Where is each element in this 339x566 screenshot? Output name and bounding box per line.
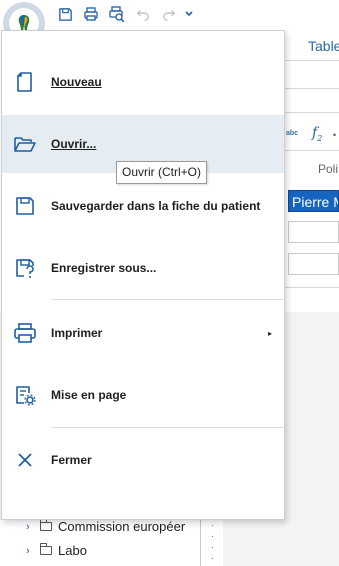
- print-icon: [84, 7, 98, 21]
- qat-customize-button[interactable]: [180, 5, 198, 23]
- print-preview-icon: [109, 6, 125, 22]
- undo-icon: [136, 10, 149, 21]
- ribbon-divider: [285, 88, 339, 89]
- new-document-icon: [13, 70, 37, 94]
- style-label: Poli: [318, 162, 339, 176]
- menu-item-page-setup[interactable]: Mise en page: [2, 366, 284, 424]
- qat-save-button[interactable]: [56, 5, 74, 23]
- qat-undo-button[interactable]: [134, 5, 152, 23]
- menu-item-new[interactable]: Nouveau: [2, 53, 284, 111]
- file-menu: Nouveau Ouvrir... Sauvegarder dans la fi…: [1, 30, 285, 520]
- form-field[interactable]: [288, 221, 339, 243]
- menu-item-label: Ouvrir...: [51, 137, 97, 151]
- submenu-arrow-icon: ▸: [268, 328, 273, 338]
- save-icon: [58, 7, 72, 21]
- tree-item-labo[interactable]: › Labo: [26, 543, 87, 558]
- ribbon-divider: [285, 287, 339, 288]
- menu-item-label: Enregistrer sous...: [51, 261, 157, 275]
- menu-item-close[interactable]: Fermer: [2, 431, 284, 489]
- menu-item-print[interactable]: Imprimer ▸: [2, 304, 284, 362]
- open-folder-icon: [13, 132, 37, 156]
- menu-separator: [51, 427, 284, 428]
- close-icon: [13, 448, 37, 472]
- tree-item-label: Commission européer: [58, 519, 186, 534]
- strikethrough-icon[interactable]: abc: [286, 130, 298, 137]
- more-icon[interactable]: •: [333, 130, 336, 140]
- form-field[interactable]: [288, 253, 339, 275]
- menu-item-label: Mise en page: [51, 388, 127, 402]
- folder-icon: [40, 519, 52, 531]
- menu-item-label: Sauvegarder dans la fiche du patient: [51, 199, 261, 213]
- qat-redo-button[interactable]: [160, 5, 178, 23]
- chevron-right-icon: ›: [26, 544, 30, 557]
- print-icon: [13, 321, 37, 345]
- folder-icon: [40, 543, 52, 555]
- save-icon: [13, 194, 37, 218]
- chevron-right-icon: ›: [26, 520, 30, 533]
- open-tooltip: Ouvrir (Ctrl+O): [116, 161, 207, 184]
- menu-item-label: Fermer: [51, 453, 92, 467]
- tree-item-label: Labo: [58, 543, 87, 558]
- patient-name-field[interactable]: Pierre M: [288, 190, 339, 212]
- menu-item-label: Nouveau: [51, 75, 102, 89]
- ribbon-divider: [285, 60, 339, 61]
- ribbon-divider: [285, 150, 339, 151]
- menu-item-save-as[interactable]: Enregistrer sous...: [2, 239, 284, 297]
- ruler-ticks: · · · ·: [211, 521, 214, 563]
- save-as-icon: [13, 256, 37, 280]
- ribbon-divider: [285, 112, 339, 113]
- tab-table[interactable]: Table: [308, 38, 339, 54]
- page-setup-icon: [13, 383, 37, 407]
- menu-separator: [51, 299, 284, 300]
- menu-item-save-to-patient[interactable]: Sauvegarder dans la fiche du patient: [2, 177, 284, 235]
- redo-icon: [163, 10, 176, 21]
- formula-icon[interactable]: f2: [312, 125, 322, 143]
- menu-item-label: Imprimer: [51, 326, 103, 340]
- qat-print-preview-button[interactable]: [108, 5, 126, 23]
- chevron-down-icon: [185, 11, 193, 17]
- qat-print-button[interactable]: [82, 5, 100, 23]
- tree-item-commission[interactable]: › Commission européer: [26, 519, 185, 534]
